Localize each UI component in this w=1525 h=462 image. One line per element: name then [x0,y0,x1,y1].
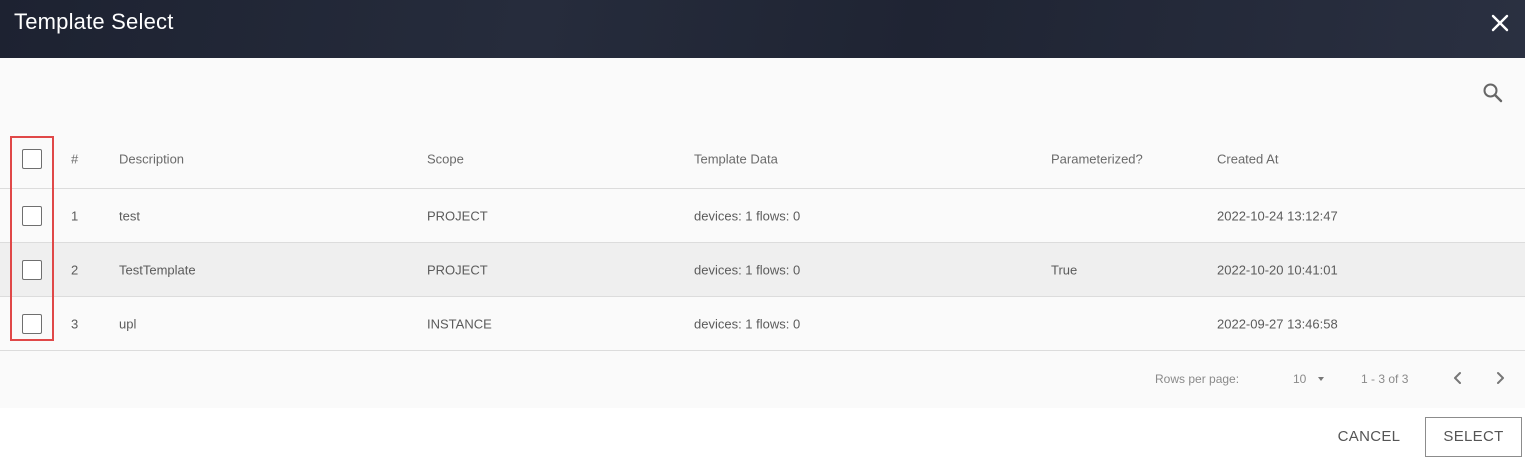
chevron-right-icon[interactable] [1491,368,1511,388]
row-template-data: devices: 1 flows: 0 [694,208,801,223]
dialog-title: Template Select [14,9,174,34]
row-checkbox[interactable] [22,259,42,280]
table-row[interactable]: 1 test PROJECT devices: 1 flows: 0 2022-… [0,189,1525,243]
column-header-template-data[interactable]: Template Data [694,152,778,167]
row-template-data: devices: 1 flows: 0 [694,262,801,277]
cancel-button[interactable]: CANCEL [1320,418,1418,456]
select-button[interactable]: SELECT [1425,417,1522,457]
row-checkbox[interactable] [22,313,42,334]
rows-per-page-select[interactable]: 10 [1293,372,1306,386]
column-header-description[interactable]: Description [119,152,184,167]
dialog-content: # Description Scope Template Data Parame… [0,58,1525,408]
caret-down-icon[interactable] [1318,377,1324,381]
table-row[interactable]: 3 upl INSTANCE devices: 1 flows: 0 2022-… [0,297,1525,351]
row-scope: PROJECT [427,208,488,223]
row-index: 1 [71,208,79,223]
template-table: # Description Scope Template Data Parame… [0,130,1525,351]
column-header-index: # [71,151,79,167]
column-header-created-at[interactable]: Created At [1217,152,1278,167]
dialog-footer: CANCEL SELECT [0,408,1525,462]
select-all-checkbox[interactable] [22,149,42,169]
table-header-row: # Description Scope Template Data Parame… [0,130,1525,189]
row-index: 2 [71,262,79,277]
row-parameterized: True [1051,262,1078,277]
row-created-at: 2022-09-27 13:46:58 [1217,316,1338,331]
table-row[interactable]: 2 TestTemplate PROJECT devices: 1 flows:… [0,243,1525,297]
search-icon[interactable] [1481,81,1505,105]
row-created-at: 2022-10-20 10:41:01 [1217,262,1338,277]
row-checkbox[interactable] [22,205,42,226]
row-description: upl [119,316,137,331]
chevron-left-icon[interactable] [1447,368,1467,388]
column-header-parameterized[interactable]: Parameterized? [1051,152,1143,167]
row-scope: PROJECT [427,262,488,277]
rows-per-page-label: Rows per page: [1155,372,1240,386]
row-description: test [119,208,140,223]
row-description: TestTemplate [119,262,196,277]
row-template-data: devices: 1 flows: 0 [694,316,801,331]
dialog-title-bar: Template Select [0,0,1525,58]
row-scope: INSTANCE [427,316,492,331]
table-pagination: Rows per page: 10 1 - 3 of 3 [0,364,1525,394]
row-created-at: 2022-10-24 13:12:47 [1217,208,1338,223]
column-header-scope[interactable]: Scope [427,152,464,167]
pagination-range: 1 - 3 of 3 [1361,372,1409,386]
row-index: 3 [71,316,79,331]
close-icon[interactable] [1489,12,1511,34]
